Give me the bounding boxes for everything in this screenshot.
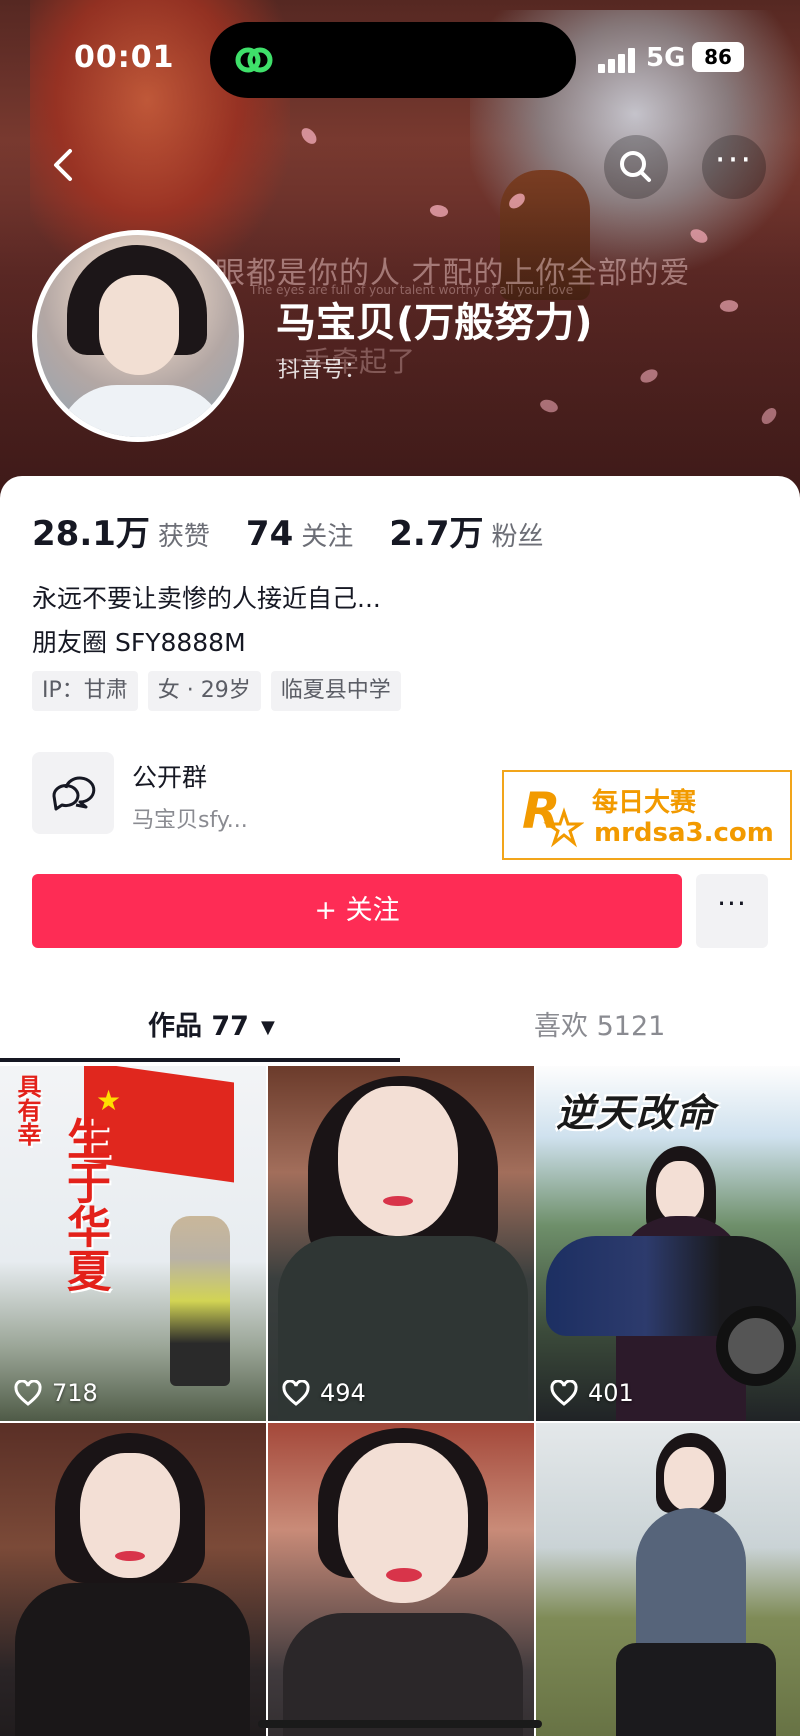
stat-likes-count: 28.1万 [32,514,150,554]
bio-line: 朋友圈 SFY8888M [32,628,246,657]
public-group-entry[interactable]: 公开群 马宝贝sfy... [32,752,532,836]
video-thumbnail[interactable]: 494 [268,1066,534,1421]
video-thumbnail[interactable] [268,1423,534,1736]
tab-works-label: 作品 77 [148,1011,249,1042]
caret-down-icon: ▼ [260,1017,275,1038]
battery-indicator: 86 [692,42,744,72]
video-thumbnail[interactable] [536,1423,800,1736]
profile-name: 马宝贝(万般努力) [276,300,593,346]
watermark-url: mrdsa3.com [594,818,774,848]
video-thumbnail[interactable]: ★ 具有幸 生于华夏 718 [0,1066,266,1421]
group-subtitle: 马宝贝sfy... [132,808,248,833]
tab-indicator [0,1058,400,1062]
back-arrow-icon[interactable] [44,145,84,185]
search-button[interactable] [604,135,668,199]
watermark-title: 每日大赛 [592,788,697,818]
video-thumbnail[interactable]: 逆天改命 401 [536,1066,800,1421]
group-title: 公开群 [132,763,208,792]
svg-text:R: R [522,782,561,840]
tab-works[interactable]: 作品 77 ▼ [148,1004,275,1043]
heart-icon [282,1380,310,1406]
video-overlay-text: 具有幸 [13,1074,42,1146]
watermark-badge: R 每日大赛 mrdsa3.com [502,770,792,860]
stat-likes-label[interactable]: 获赞 [158,516,210,553]
star-icon: ★ [96,1084,122,1117]
video-overlay-text: 生于华夏 [59,1116,110,1292]
video-likes: 494 [282,1379,366,1407]
bio-line[interactable]: 永远不要让卖惨的人接近自己... [32,579,381,615]
tag-gender-age: 女 · 29岁 [147,671,261,711]
stat-followers-label[interactable]: 粉丝 [491,516,543,553]
video-overlay-text: 逆天改命 [556,1091,717,1135]
heart-icon [550,1380,578,1406]
dynamic-island [210,22,576,98]
video-thumbnail[interactable] [0,1423,266,1736]
watermark-logo-icon: R [522,782,584,848]
video-likes: 718 [14,1379,98,1407]
search-icon [620,151,651,182]
group-chat-icon [32,752,114,834]
more-dots-icon: ··· [714,140,754,180]
status-time: 00:01 [74,40,175,75]
home-indicator[interactable] [258,1720,542,1728]
profile-stats: 28.1万 获赞 74 关注 2.7万 粉丝 [32,506,580,554]
heart-icon [14,1380,42,1406]
video-likes: 401 [550,1379,634,1407]
more-actions-button[interactable]: ··· [696,874,768,948]
follow-button[interactable]: + 关注 [32,874,682,948]
tag-school[interactable]: 临夏县中学 [270,671,401,711]
status-bar: 00:01 5G 86 [0,0,800,110]
profile-tags: IP：甘肃 女 · 29岁 临夏县中学 [32,671,401,711]
profile-card: 28.1万 获赞 74 关注 2.7万 粉丝 永远不要让卖惨的人接近自己... … [0,476,800,1736]
link-app-icon [235,47,273,73]
stat-following-count: 74 [245,514,294,554]
douyin-id: 抖音号： [278,358,367,383]
more-options-button[interactable]: ··· [702,135,766,199]
more-dots-icon: ··· [717,887,747,920]
tab-likes[interactable]: 喜欢 5121 [534,1004,665,1043]
avatar[interactable] [32,230,244,442]
tag-ip: IP：甘肃 [32,671,138,711]
stat-following-label[interactable]: 关注 [301,516,353,553]
signal-icon [598,47,640,73]
network-type: 5G [646,43,686,73]
stat-followers-count: 2.7万 [389,514,484,554]
